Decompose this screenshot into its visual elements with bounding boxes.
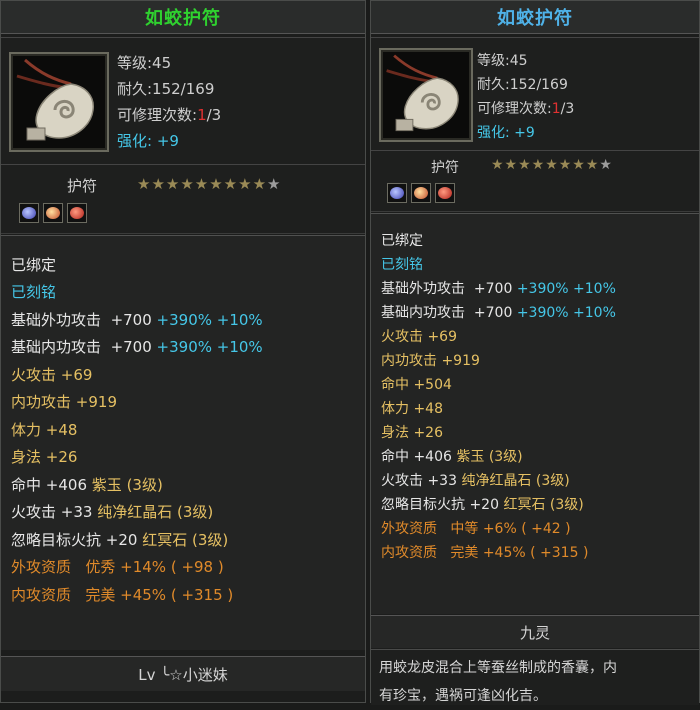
amulet-icon [9, 52, 109, 152]
stars-filled: ★★★★★★★★ [491, 157, 600, 173]
item-description: 用蛟龙皮混合上等蚕丝制成的香囊，内 有珍宝，遇祸可逢凶化吉。 [371, 649, 699, 705]
level-stat: 等级:45 [477, 53, 528, 69]
repair-used: 1 [197, 106, 207, 124]
repair-used: 1 [551, 101, 561, 117]
enhance-value: +9 [514, 125, 535, 141]
enhance-value: +9 [156, 132, 179, 150]
attr-row: 火攻击 +69 [381, 329, 457, 345]
attr-row: 体力 +48 [11, 421, 78, 439]
gem-attr-row: 忽略目标火抗 +20 红冥石 (3级) [11, 531, 229, 549]
item-title: 如蛟护符 [371, 1, 699, 34]
attribute-list: 已绑定 已刻铭 基础外功攻击 +700 +390% +10% 基础内功攻击 +7… [371, 213, 699, 614]
item-info-box: 等级:45 耐久:152/169 可修理次数:1/3 强化: +9 [371, 37, 699, 151]
attr-row: 内功攻击 +919 [11, 393, 117, 411]
bound-status: 已绑定 [381, 233, 423, 249]
bound-status: 已绑定 [11, 256, 57, 274]
attribute-list: 已绑定 已刻铭 基础外功攻击 +700 +390% +10% 基础内功攻击 +7… [1, 235, 365, 650]
attr-row: 火攻击 +69 [11, 366, 93, 384]
gem-sockets [19, 203, 87, 223]
enhance-stat: 强化: +9 [117, 130, 179, 151]
description-line: 有珍宝，遇祸可逢凶化吉。 [379, 688, 547, 704]
purple-jade-gem-icon[interactable] [387, 183, 407, 203]
owner-name: Lv ╰☆小迷妹 [138, 665, 228, 684]
engraved-status: 已刻铭 [381, 257, 423, 273]
attr-row: 身法 +26 [11, 448, 78, 466]
attr-row: 基础内功攻击 +700 +390% +10% [11, 338, 263, 356]
gem-sockets [387, 183, 455, 203]
stars-empty: ★ [599, 157, 613, 173]
gem-attr-row: 命中 +406 紫玉 (3级) [11, 476, 163, 494]
purple-jade-gem-icon[interactable] [19, 203, 39, 223]
red-crystal-gem-icon[interactable] [43, 203, 63, 223]
gem-attr-row: 命中 +406 紫玉 (3级) [381, 449, 523, 465]
repair-count-stat: 可修理次数:1/3 [477, 98, 574, 118]
durability-stat: 耐久:152/169 [477, 77, 568, 93]
item-tooltip-left: 如蛟护符 等级:45 耐久:152/169 可修理次数:1/3 强化: +9 护… [0, 0, 366, 703]
aptitude-row: 内攻资质 完美 +45% ( +315 ) [11, 586, 234, 604]
enhance-label: 强化: [477, 125, 510, 141]
gem-attr-row: 火攻击 +33 纯净红晶石 (3级) [11, 503, 214, 521]
red-stone-gem-icon[interactable] [435, 183, 455, 203]
aptitude-row: 外攻资质 优秀 +14% ( +98 ) [11, 558, 224, 576]
attr-row: 命中 +504 [381, 377, 452, 393]
gem-attr-row: 忽略目标火抗 +20 红冥石 (3级) [381, 497, 584, 513]
level-stat: 等级:45 [117, 54, 172, 72]
set-name-bar: 九灵 [371, 615, 699, 648]
star-rating: ★★★★★★★★★★ [137, 175, 281, 193]
description-line: 用蛟龙皮混合上等蚕丝制成的香囊，内 [379, 660, 617, 676]
star-rating: ★★★★★★★★★ [491, 157, 613, 173]
engraved-status: 已刻铭 [11, 283, 57, 301]
stars-filled: ★★★★★★★★★ [137, 175, 268, 193]
attr-row: 身法 +26 [381, 425, 443, 441]
repair-count-stat: 可修理次数:1/3 [117, 104, 221, 125]
owner-bar: Lv ╰☆小迷妹 [1, 656, 365, 691]
item-info-box: 等级:45 耐久:152/169 可修理次数:1/3 强化: +9 [1, 37, 365, 165]
enhance-stat: 强化: +9 [477, 122, 535, 142]
category-label: 护符 [67, 177, 98, 195]
item-title: 如蛟护符 [1, 1, 365, 34]
durability-stat: 耐久:152/169 [117, 80, 215, 98]
aptitude-row: 外攻资质 中等 +6% ( +42 ) [381, 521, 571, 537]
category-bar: 护符 ★★★★★★★★★★ [1, 165, 365, 234]
attr-row: 基础内功攻击 +700 +390% +10% [381, 305, 616, 321]
amulet-icon [379, 48, 473, 142]
attr-row: 内功攻击 +919 [381, 353, 480, 369]
description-text: 用蛟龙皮混合上等蚕丝制成的香囊，内 有珍宝，遇祸可逢凶化吉。 [379, 654, 691, 710]
attr-row: 基础外功攻击 +700 +390% +10% [381, 281, 616, 297]
gem-attr-row: 火攻击 +33 纯净红晶石 (3级) [381, 473, 570, 489]
set-name: 九灵 [519, 623, 550, 642]
item-tooltip-right: 如蛟护符 等级:45 耐久:152/169 可修理次数:1/3 强化: +9 护… [370, 0, 700, 705]
red-crystal-gem-icon[interactable] [411, 183, 431, 203]
red-stone-gem-icon[interactable] [67, 203, 87, 223]
repair-total: /3 [560, 101, 575, 117]
stars-empty: ★ [267, 175, 282, 193]
repair-label: 可修理次数: [117, 106, 198, 124]
attr-row: 体力 +48 [381, 401, 443, 417]
enhance-label: 强化: [117, 132, 153, 150]
repair-total: /3 [206, 106, 222, 124]
repair-label: 可修理次数: [477, 101, 552, 117]
attr-row: 基础外功攻击 +700 +390% +10% [11, 311, 263, 329]
aptitude-row: 内攻资质 完美 +45% ( +315 ) [381, 545, 589, 561]
category-label: 护符 [431, 160, 459, 176]
category-bar: 护符 ★★★★★★★★★ [371, 151, 699, 212]
